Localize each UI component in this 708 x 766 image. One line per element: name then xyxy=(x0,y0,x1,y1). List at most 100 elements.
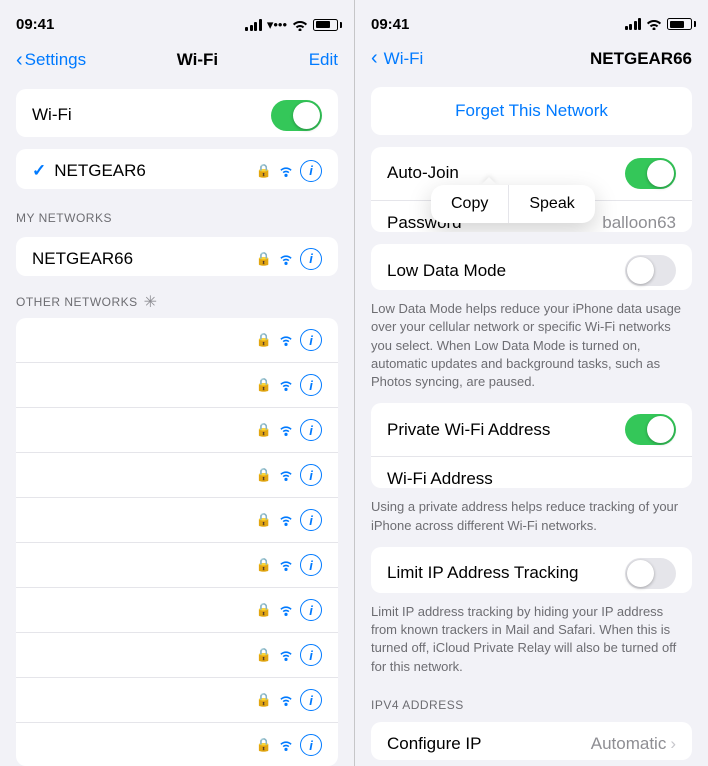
forget-network-button[interactable]: Forget This Network xyxy=(371,87,692,135)
wifi-back-button[interactable]: Wi-Fi xyxy=(384,49,424,69)
back-chevron-icon: ‹ xyxy=(371,47,378,70)
ipv4-section: Configure IP Automatic › xyxy=(371,722,692,760)
other-network-icons: 🔒 i xyxy=(256,509,322,531)
other-network-icons: 🔒 i xyxy=(256,374,322,396)
auto-join-toggle[interactable] xyxy=(625,158,676,189)
lock-icon: 🔒 xyxy=(256,467,272,483)
wifi-signal-icon xyxy=(278,739,294,751)
copy-menu-item[interactable]: Copy xyxy=(431,185,509,223)
low-data-mode-description: Low Data Mode helps reduce your iPhone d… xyxy=(371,300,692,391)
wifi-address-label: Wi-Fi Address xyxy=(387,469,676,488)
my-network-info-button[interactable]: i xyxy=(300,248,322,270)
other-network-info-button[interactable]: i xyxy=(300,509,322,531)
other-networks-label: OTHER NETWORKS xyxy=(16,295,138,309)
my-network-name: NETGEAR66 xyxy=(32,249,256,269)
lock-icon: 🔒 xyxy=(256,163,272,179)
other-network-info-button[interactable]: i xyxy=(300,644,322,666)
other-network-row[interactable]: 🔒 i xyxy=(16,588,338,633)
other-network-row[interactable]: 🔒 i xyxy=(16,633,338,678)
other-network-row[interactable]: 🔒 i xyxy=(16,453,338,498)
right-panel: 09:41 ‹ Wi-Fi NETGEAR66 Forget This Netw… xyxy=(354,0,708,766)
lock-icon: 🔒 xyxy=(256,692,272,708)
other-network-info-button[interactable]: i xyxy=(300,329,322,351)
left-nav-bar: ‹ Settings Wi-Fi Edit xyxy=(0,42,354,83)
other-network-row[interactable]: 🔒 i xyxy=(16,363,338,408)
other-network-info-button[interactable]: i xyxy=(300,599,322,621)
lock-icon: 🔒 xyxy=(256,557,272,573)
low-data-mode-toggle[interactable] xyxy=(625,255,676,286)
configure-ip-row[interactable]: Configure IP Automatic › xyxy=(371,722,692,760)
other-networks-section: 🔒 i 🔒 i 🔒 i 🔒 i xyxy=(16,318,338,766)
low-data-mode-section: Low Data Mode xyxy=(371,244,692,290)
other-network-icons: 🔒 i xyxy=(256,329,322,351)
network-info-button[interactable]: i xyxy=(300,160,322,182)
wifi-label: Wi-Fi xyxy=(32,105,271,125)
configure-ip-label: Configure IP xyxy=(387,734,591,754)
other-network-info-button[interactable]: i xyxy=(300,374,322,396)
other-network-row[interactable]: 🔒 i xyxy=(16,498,338,543)
other-network-info-button[interactable]: i xyxy=(300,689,322,711)
lock-icon: 🔒 xyxy=(256,602,272,618)
ipv4-section-header: IPV4 ADDRESS xyxy=(355,682,708,716)
wifi-toggle[interactable] xyxy=(271,100,322,131)
other-network-row[interactable]: 🔒 i xyxy=(16,543,338,588)
other-network-icons: 🔒 i xyxy=(256,419,322,441)
signal-icon xyxy=(625,18,642,30)
my-network-row[interactable]: NETGEAR66 🔒 i xyxy=(16,237,338,277)
other-network-info-button[interactable]: i xyxy=(300,464,322,486)
low-data-mode-label: Low Data Mode xyxy=(387,261,625,281)
auto-join-label: Auto-Join xyxy=(387,163,625,183)
left-panel: 09:41 ▾••• ‹ Settings Wi-Fi Edit xyxy=(0,0,354,766)
back-chevron-icon: ‹ xyxy=(16,49,23,72)
other-network-icons: 🔒 i xyxy=(256,734,322,756)
toggle-knob xyxy=(627,560,654,587)
wifi-address-row: Wi-Fi Address xyxy=(371,457,692,488)
left-time: 09:41 xyxy=(16,16,54,33)
left-status-bar: 09:41 ▾••• xyxy=(0,0,354,42)
connected-network-row[interactable]: ✓ NETGEAR6 🔒 i xyxy=(16,149,338,189)
limit-ip-toggle[interactable] xyxy=(625,558,676,589)
my-networks-label: MY NETWORKS xyxy=(0,195,354,231)
other-network-row[interactable]: 🔒 i xyxy=(16,678,338,723)
limit-ip-row: Limit IP Address Tracking xyxy=(371,547,692,593)
edit-button[interactable]: Edit xyxy=(309,50,338,70)
wifi-toggle-row: Wi-Fi xyxy=(16,89,338,137)
lock-icon: 🔒 xyxy=(256,251,272,267)
my-networks-section: NETGEAR66 🔒 i xyxy=(16,237,338,277)
other-network-info-button[interactable]: i xyxy=(300,734,322,756)
private-wifi-row: Private Wi-Fi Address xyxy=(371,403,692,457)
wifi-signal-icon xyxy=(278,514,294,526)
chevron-right-icon: › xyxy=(670,734,676,754)
connected-network-section: ✓ NETGEAR6 🔒 i xyxy=(16,149,338,189)
other-network-icons: 🔒 i xyxy=(256,464,322,486)
wifi-signal-icon xyxy=(278,379,294,391)
other-network-row[interactable]: 🔒 i xyxy=(16,723,338,766)
toggle-knob xyxy=(293,102,320,129)
toggle-knob xyxy=(627,257,654,284)
lock-icon: 🔒 xyxy=(256,332,272,348)
other-network-icons: 🔒 i xyxy=(256,644,322,666)
right-status-bar: 09:41 xyxy=(355,0,708,41)
limit-ip-description: Limit IP address tracking by hiding your… xyxy=(371,603,692,676)
left-nav-title: Wi-Fi xyxy=(177,50,218,70)
other-network-info-button[interactable]: i xyxy=(300,419,322,441)
other-network-icons: 🔒 i xyxy=(256,599,322,621)
lock-icon: 🔒 xyxy=(256,377,272,393)
lock-icon: 🔒 xyxy=(256,422,272,438)
wifi-signal-icon xyxy=(278,424,294,436)
other-network-info-button[interactable]: i xyxy=(300,554,322,576)
network-row-icons: 🔒 i xyxy=(256,160,322,182)
settings-back-button[interactable]: ‹ Settings xyxy=(16,49,86,72)
right-status-icons xyxy=(625,18,693,30)
context-menu-arrow xyxy=(481,177,497,185)
private-wifi-toggle[interactable] xyxy=(625,414,676,445)
right-nav-bar: ‹ Wi-Fi NETGEAR66 xyxy=(355,41,708,81)
other-network-row[interactable]: 🔒 i xyxy=(16,408,338,453)
checkmark-icon: ✓ xyxy=(32,161,46,181)
configure-ip-value: Automatic xyxy=(591,734,667,754)
connected-network-name: NETGEAR6 xyxy=(54,161,256,181)
battery-icon xyxy=(313,19,338,31)
speak-menu-item[interactable]: Speak xyxy=(509,185,594,223)
loading-spinner-icon: ✳ xyxy=(144,292,157,312)
other-network-row[interactable]: 🔒 i xyxy=(16,318,338,363)
